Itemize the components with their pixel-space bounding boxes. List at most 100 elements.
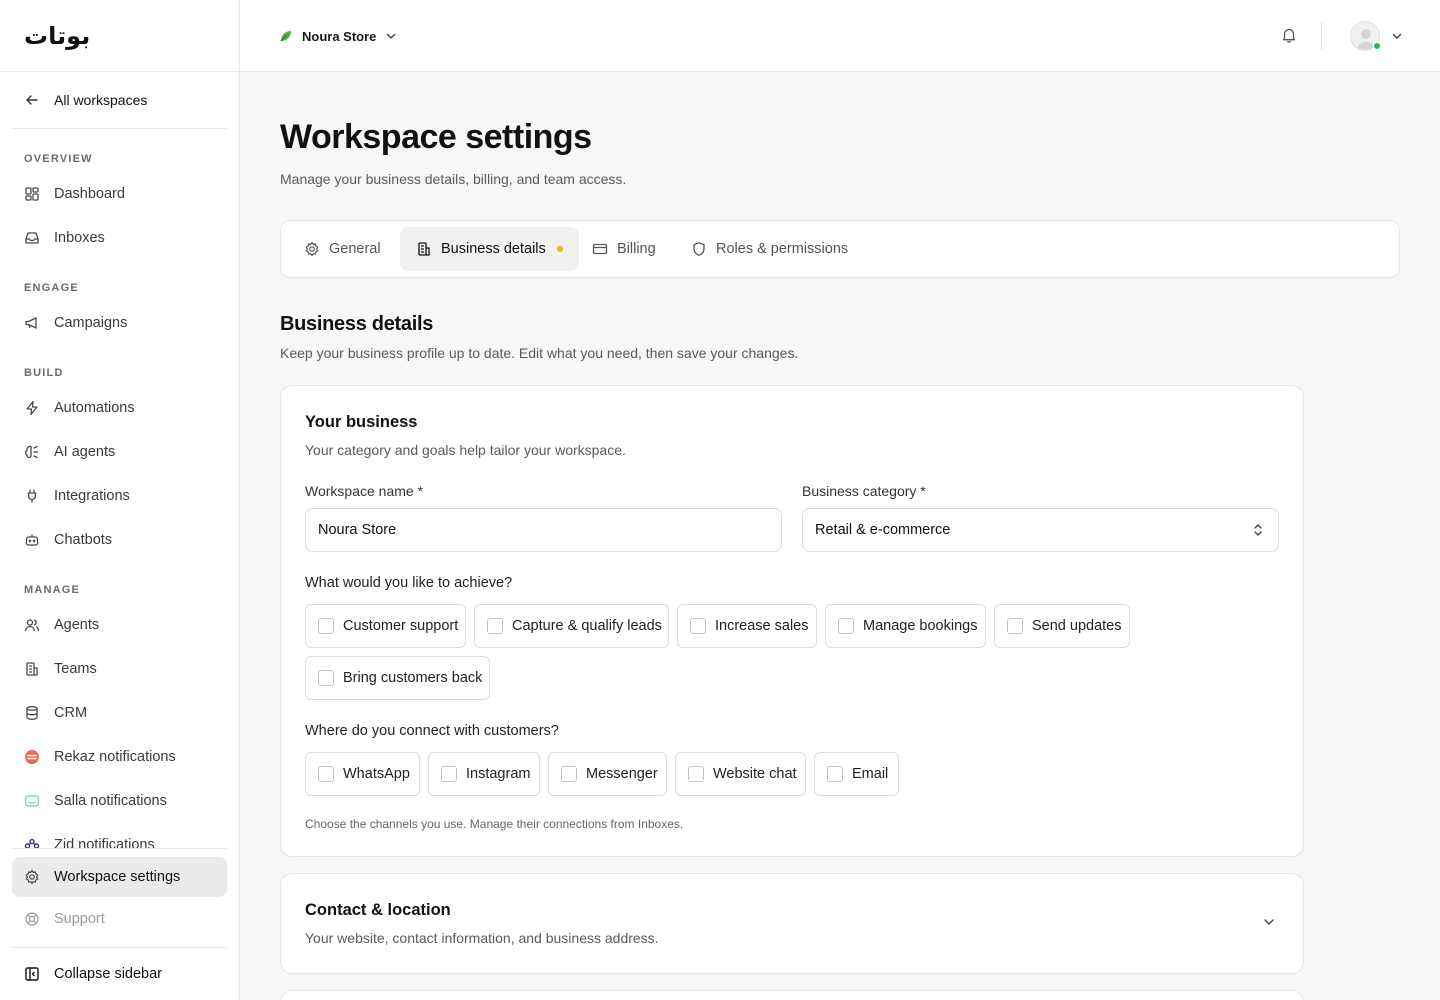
building-icon xyxy=(416,241,432,257)
database-icon xyxy=(24,705,40,721)
tab-billing[interactable]: Billing xyxy=(576,227,672,271)
sidebar-item-support[interactable]: Support xyxy=(12,899,227,939)
channel-option-whatsapp[interactable]: WhatsApp xyxy=(305,752,420,796)
channel-option-messenger[interactable]: Messenger xyxy=(548,752,667,796)
online-status-indicator xyxy=(1373,42,1381,50)
option-label: Send updates xyxy=(1032,618,1122,634)
rekaz-logo-icon xyxy=(24,749,40,765)
tab-business-details[interactable]: Business details xyxy=(400,227,579,271)
sidebar-item-teams[interactable]: Teams xyxy=(12,649,227,689)
channel-option-instagram[interactable]: Instagram xyxy=(428,752,540,796)
option-label: Capture & qualify leads xyxy=(512,618,662,634)
sidebar-item-label: Workspace settings xyxy=(54,869,181,885)
checkbox[interactable] xyxy=(561,766,577,782)
users-icon xyxy=(24,617,40,633)
goal-option-manage-bookings[interactable]: Manage bookings xyxy=(825,604,986,648)
unsaved-indicator-dot xyxy=(556,246,563,252)
checkbox[interactable] xyxy=(318,766,334,782)
channels-hint: Choose the channels you use. Manage thei… xyxy=(305,817,684,831)
checkbox[interactable] xyxy=(827,766,843,782)
your-business-card: Your business Your category and goals he… xyxy=(280,385,1304,857)
channel-option-email[interactable]: Email xyxy=(814,752,899,796)
sidebar-item-salla-notifications[interactable]: Salla notifications xyxy=(12,781,227,821)
option-label: Email xyxy=(852,766,889,782)
credit-card-icon xyxy=(592,241,608,257)
collapse-sidebar-label: Collapse sidebar xyxy=(54,966,163,982)
sidebar-item-ai-agents[interactable]: AI agents xyxy=(12,432,227,472)
all-workspaces-link[interactable]: All workspaces xyxy=(12,80,227,120)
chevron-up-down-icon xyxy=(1252,522,1264,538)
checkbox[interactable] xyxy=(318,670,334,686)
goal-option-send-updates[interactable]: Send updates xyxy=(994,604,1130,648)
tab-label: General xyxy=(329,241,381,257)
zid-logo-icon xyxy=(24,837,40,848)
card-title: Contact & location xyxy=(305,901,451,919)
option-label: Website chat xyxy=(713,766,797,782)
sidebar-item-automations[interactable]: Automations xyxy=(12,388,227,428)
section-label-engage: ENGAGE xyxy=(24,282,79,294)
business-category-select[interactable]: Retail & e-commerce xyxy=(802,508,1279,552)
chevron-down-icon xyxy=(1390,29,1404,43)
section-title: Business details xyxy=(280,313,434,335)
shield-icon xyxy=(691,241,707,257)
section-label-build: BUILD xyxy=(24,367,64,379)
tab-roles-permissions[interactable]: Roles & permissions xyxy=(675,227,864,271)
checkbox[interactable] xyxy=(487,618,503,634)
arrow-left-icon xyxy=(24,92,40,108)
sidebar-item-chatbots[interactable]: Chatbots xyxy=(12,520,227,560)
building-icon xyxy=(24,661,40,677)
sidebar-item-label: Chatbots xyxy=(54,532,113,548)
dashboard-icon xyxy=(24,186,40,202)
workspace-name-label: Workspace name * xyxy=(305,483,424,499)
collapse-sidebar-button[interactable]: Collapse sidebar xyxy=(12,954,227,994)
checkbox[interactable] xyxy=(441,766,457,782)
option-label: Manage bookings xyxy=(863,618,978,634)
leaf-icon xyxy=(278,28,294,44)
contact-location-card[interactable]: Contact & location Your website, contact… xyxy=(280,873,1304,974)
checkbox[interactable] xyxy=(838,618,854,634)
workspace-name-input[interactable] xyxy=(305,508,782,552)
sidebar-item-campaigns[interactable]: Campaigns xyxy=(12,303,227,343)
checkbox[interactable] xyxy=(690,618,706,634)
sidebar-divider xyxy=(12,947,227,948)
chevron-down-icon[interactable] xyxy=(1261,914,1277,930)
channel-option-website-chat[interactable]: Website chat xyxy=(675,752,806,796)
sidebar-item-integrations[interactable]: Integrations xyxy=(12,476,227,516)
sidebar-item-label: Dashboard xyxy=(54,186,125,202)
sidebar-item-workspace-settings[interactable]: Workspace settings xyxy=(12,857,227,897)
checkbox[interactable] xyxy=(318,618,334,634)
sidebar-item-agents[interactable]: Agents xyxy=(12,605,227,645)
goal-option-bring-customers-back[interactable]: Bring customers back xyxy=(305,656,490,700)
option-label: WhatsApp xyxy=(343,766,410,782)
checkbox[interactable] xyxy=(1007,618,1023,634)
bot-icon xyxy=(24,532,40,548)
notifications-bell-icon[interactable] xyxy=(1280,26,1298,44)
business-category-label: Business category * xyxy=(802,483,926,499)
section-label-overview: OVERVIEW xyxy=(24,153,93,165)
sidebar-item-crm[interactable]: CRM xyxy=(12,693,227,733)
section-subtitle: Keep your business profile up to date. E… xyxy=(280,345,799,361)
store-switcher[interactable]: Noura Store xyxy=(278,24,398,48)
brand-logo[interactable]: بوتات xyxy=(24,22,91,50)
option-label: Customer support xyxy=(343,618,459,634)
sidebar-item-label: Agents xyxy=(54,617,100,633)
card-subtitle: Your website, contact information, and b… xyxy=(305,930,659,946)
sidebar-item-dashboard[interactable]: Dashboard xyxy=(12,174,227,214)
goal-option-capture-leads[interactable]: Capture & qualify leads xyxy=(474,604,669,648)
sidebar-item-label: Inboxes xyxy=(54,230,105,246)
goal-option-customer-support[interactable]: Customer support xyxy=(305,604,466,648)
tab-label: Roles & permissions xyxy=(716,241,849,257)
settings-tabs: General Business details Billing Roles &… xyxy=(280,220,1400,278)
plug-icon xyxy=(24,488,40,504)
option-label: Messenger xyxy=(586,766,658,782)
tab-general[interactable]: General xyxy=(288,227,397,271)
checkbox[interactable] xyxy=(688,766,704,782)
option-label: Increase sales xyxy=(715,618,809,634)
page-subtitle: Manage your business details, billing, a… xyxy=(280,171,627,187)
lifebuoy-icon xyxy=(24,911,40,927)
sidebar-item-rekaz-notifications[interactable]: Rekaz notifications xyxy=(12,737,227,777)
megaphone-icon xyxy=(24,315,40,331)
goal-option-increase-sales[interactable]: Increase sales xyxy=(677,604,817,648)
sidebar-item-zid-notifications[interactable]: Zid notifications xyxy=(12,835,227,848)
sidebar-item-inboxes[interactable]: Inboxes xyxy=(12,218,227,258)
